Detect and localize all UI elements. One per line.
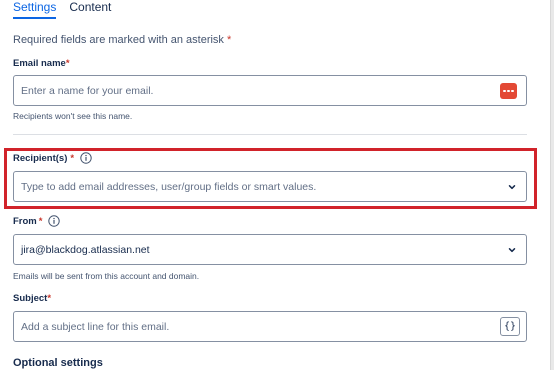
- required-fields-note: Required fields are marked with an aster…: [13, 34, 231, 46]
- tab-bar: Settings Content: [13, 0, 124, 20]
- email-name-field[interactable]: Enter a name for your email.: [13, 75, 527, 106]
- smart-value-braces-icon[interactable]: {}: [500, 317, 520, 336]
- from-select[interactable]: jira@blackdog.atlassian.net: [13, 234, 527, 265]
- subject-field[interactable]: Add a subject line for this email. {}: [13, 311, 527, 342]
- email-name-label-text: Email name: [13, 58, 66, 69]
- chevron-down-icon[interactable]: [507, 182, 517, 192]
- optional-settings-heading: Optional settings: [13, 357, 103, 369]
- from-help: Emails will be sent from this account an…: [13, 271, 200, 281]
- recipients-field[interactable]: Type to add email addresses, user/group …: [13, 171, 527, 202]
- required-asterisk: *: [70, 152, 75, 164]
- chevron-down-icon[interactable]: [507, 245, 517, 255]
- required-asterisk: *: [47, 293, 52, 304]
- from-value: jira@blackdog.atlassian.net: [21, 243, 150, 256]
- recipients-label: Recipient(s) *: [13, 152, 92, 164]
- subject-label: Subject *: [13, 293, 51, 304]
- email-name-label: Email name *: [13, 58, 70, 69]
- tab-content[interactable]: Content: [69, 0, 111, 19]
- email-name-help: Recipients won't see this name.: [13, 111, 133, 121]
- email-name-placeholder: Enter a name for your email.: [21, 84, 154, 97]
- from-label-text: From: [13, 215, 37, 227]
- info-icon[interactable]: [48, 215, 61, 227]
- subject-placeholder: Add a subject line for this email.: [21, 320, 170, 333]
- info-icon[interactable]: [80, 152, 92, 164]
- required-note-text: Required fields are marked with an aster…: [13, 34, 224, 46]
- from-label: From *: [13, 215, 61, 227]
- section-divider: [13, 134, 527, 135]
- required-asterisk: *: [65, 58, 70, 69]
- required-asterisk: *: [38, 215, 43, 227]
- more-dots-icon[interactable]: [500, 83, 517, 99]
- subject-label-text: Subject: [13, 293, 48, 304]
- recipients-label-text: Recipient(s): [13, 152, 68, 164]
- required-asterisk: *: [227, 34, 232, 46]
- recipients-placeholder: Type to add email addresses, user/group …: [21, 180, 317, 193]
- tab-settings[interactable]: Settings: [13, 0, 57, 19]
- scrollbar[interactable]: [550, 0, 554, 370]
